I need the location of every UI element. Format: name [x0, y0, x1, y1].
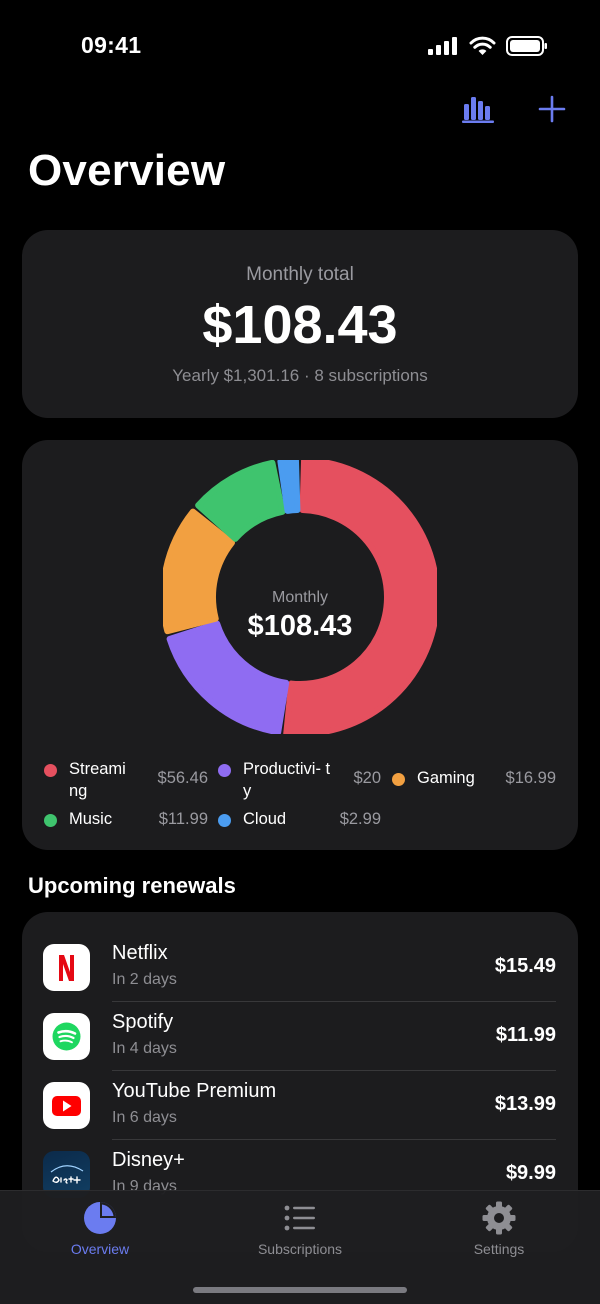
donut-center-value: $108.43 — [247, 610, 353, 642]
legend-label: Cloud — [243, 810, 287, 828]
donut-center-label: Monthly — [271, 589, 329, 606]
add-subscription-button[interactable] — [534, 92, 570, 126]
category-chart-card: Monthly $108.43 Streami ng $56.46 Produc… — [22, 440, 578, 850]
gear-icon — [482, 1201, 516, 1235]
youtube-icon — [43, 1082, 90, 1129]
monthly-total-label: Monthly total — [246, 264, 354, 285]
list-item[interactable]: YouTube Premium In 6 days $13.99 — [22, 1071, 578, 1140]
subscription-name: Spotify — [112, 1011, 174, 1033]
wifi-icon — [469, 36, 496, 55]
status-time: 09:41 — [81, 32, 142, 58]
status-icons — [428, 36, 548, 56]
legend-label: Gaming — [417, 769, 475, 787]
plus-icon — [538, 95, 566, 123]
list-item[interactable]: Netflix In 2 days $15.49 — [22, 933, 578, 1002]
legend-dot — [44, 764, 57, 777]
tab-label: Subscriptions — [257, 1241, 343, 1257]
legend-dot — [218, 764, 231, 777]
tab-label: Overview — [70, 1241, 130, 1257]
cellular-signal-icon — [428, 37, 457, 55]
legend-item-music: Music $11.99 — [44, 808, 208, 830]
tab-settings[interactable]: Settings — [419, 1201, 579, 1257]
subscription-price: $15.49 — [494, 955, 556, 977]
legend-value: $2.99 — [339, 810, 381, 828]
legend-item-cloud: Cloud $2.99 — [218, 808, 381, 830]
subscription-price: $9.99 — [505, 1162, 556, 1184]
yearly-summary: Yearly $1,301.16 · 8 subscriptions — [172, 366, 428, 385]
tab-overview[interactable]: Overview — [20, 1201, 180, 1257]
subscription-price: $13.99 — [494, 1093, 556, 1115]
battery-icon — [506, 36, 547, 56]
status-bar: 09:41 — [0, 0, 600, 90]
legend-dot — [392, 773, 405, 786]
subscription-name: Disney+ — [112, 1149, 185, 1171]
tab-label: Settings — [473, 1241, 525, 1257]
renewal-due: In 2 days — [112, 971, 177, 988]
legend-label: Productivi- ty — [243, 760, 331, 800]
home-indicator — [193, 1287, 407, 1293]
subscription-price: $11.99 — [495, 1024, 556, 1046]
renewal-due: In 6 days — [112, 1109, 177, 1126]
donut-chart: Monthly $108.43 — [160, 457, 440, 737]
stats-button[interactable] — [460, 92, 496, 126]
legend-value: $11.99 — [158, 810, 208, 828]
netflix-icon — [43, 944, 90, 991]
list-icon — [284, 1205, 315, 1231]
nav-actions — [460, 92, 570, 126]
pie-chart-icon — [84, 1202, 116, 1234]
legend-item-productivity: Productivi- ty $20 — [218, 758, 381, 802]
legend-item-streaming: Streami ng $56.46 — [44, 758, 208, 802]
legend-dot — [44, 814, 57, 827]
subscription-name: Netflix — [112, 942, 168, 964]
monthly-total-amount: $108.43 — [202, 295, 398, 355]
subscription-name: YouTube Premium — [112, 1080, 277, 1102]
bar-chart-icon — [462, 97, 494, 123]
page-title: Overview — [28, 146, 226, 195]
section-title: Upcoming renewals — [28, 873, 236, 898]
list-item[interactable]: Spotify In 4 days $11.99 — [22, 1002, 578, 1071]
legend-value: $20 — [353, 769, 381, 787]
legend-value: $56.46 — [157, 769, 208, 787]
legend-label: Streami ng — [69, 760, 126, 800]
spotify-icon — [43, 1013, 90, 1060]
monthly-total-card: Monthly total $108.43 Yearly $1,301.16 ·… — [22, 230, 578, 418]
legend-label: Music — [69, 810, 113, 828]
legend-item-gaming: Gaming $16.99 — [392, 767, 556, 789]
legend-value: $16.99 — [505, 769, 556, 787]
tab-subscriptions[interactable]: Subscriptions — [220, 1201, 380, 1257]
legend-dot — [218, 814, 231, 827]
renewal-due: In 4 days — [112, 1040, 177, 1057]
